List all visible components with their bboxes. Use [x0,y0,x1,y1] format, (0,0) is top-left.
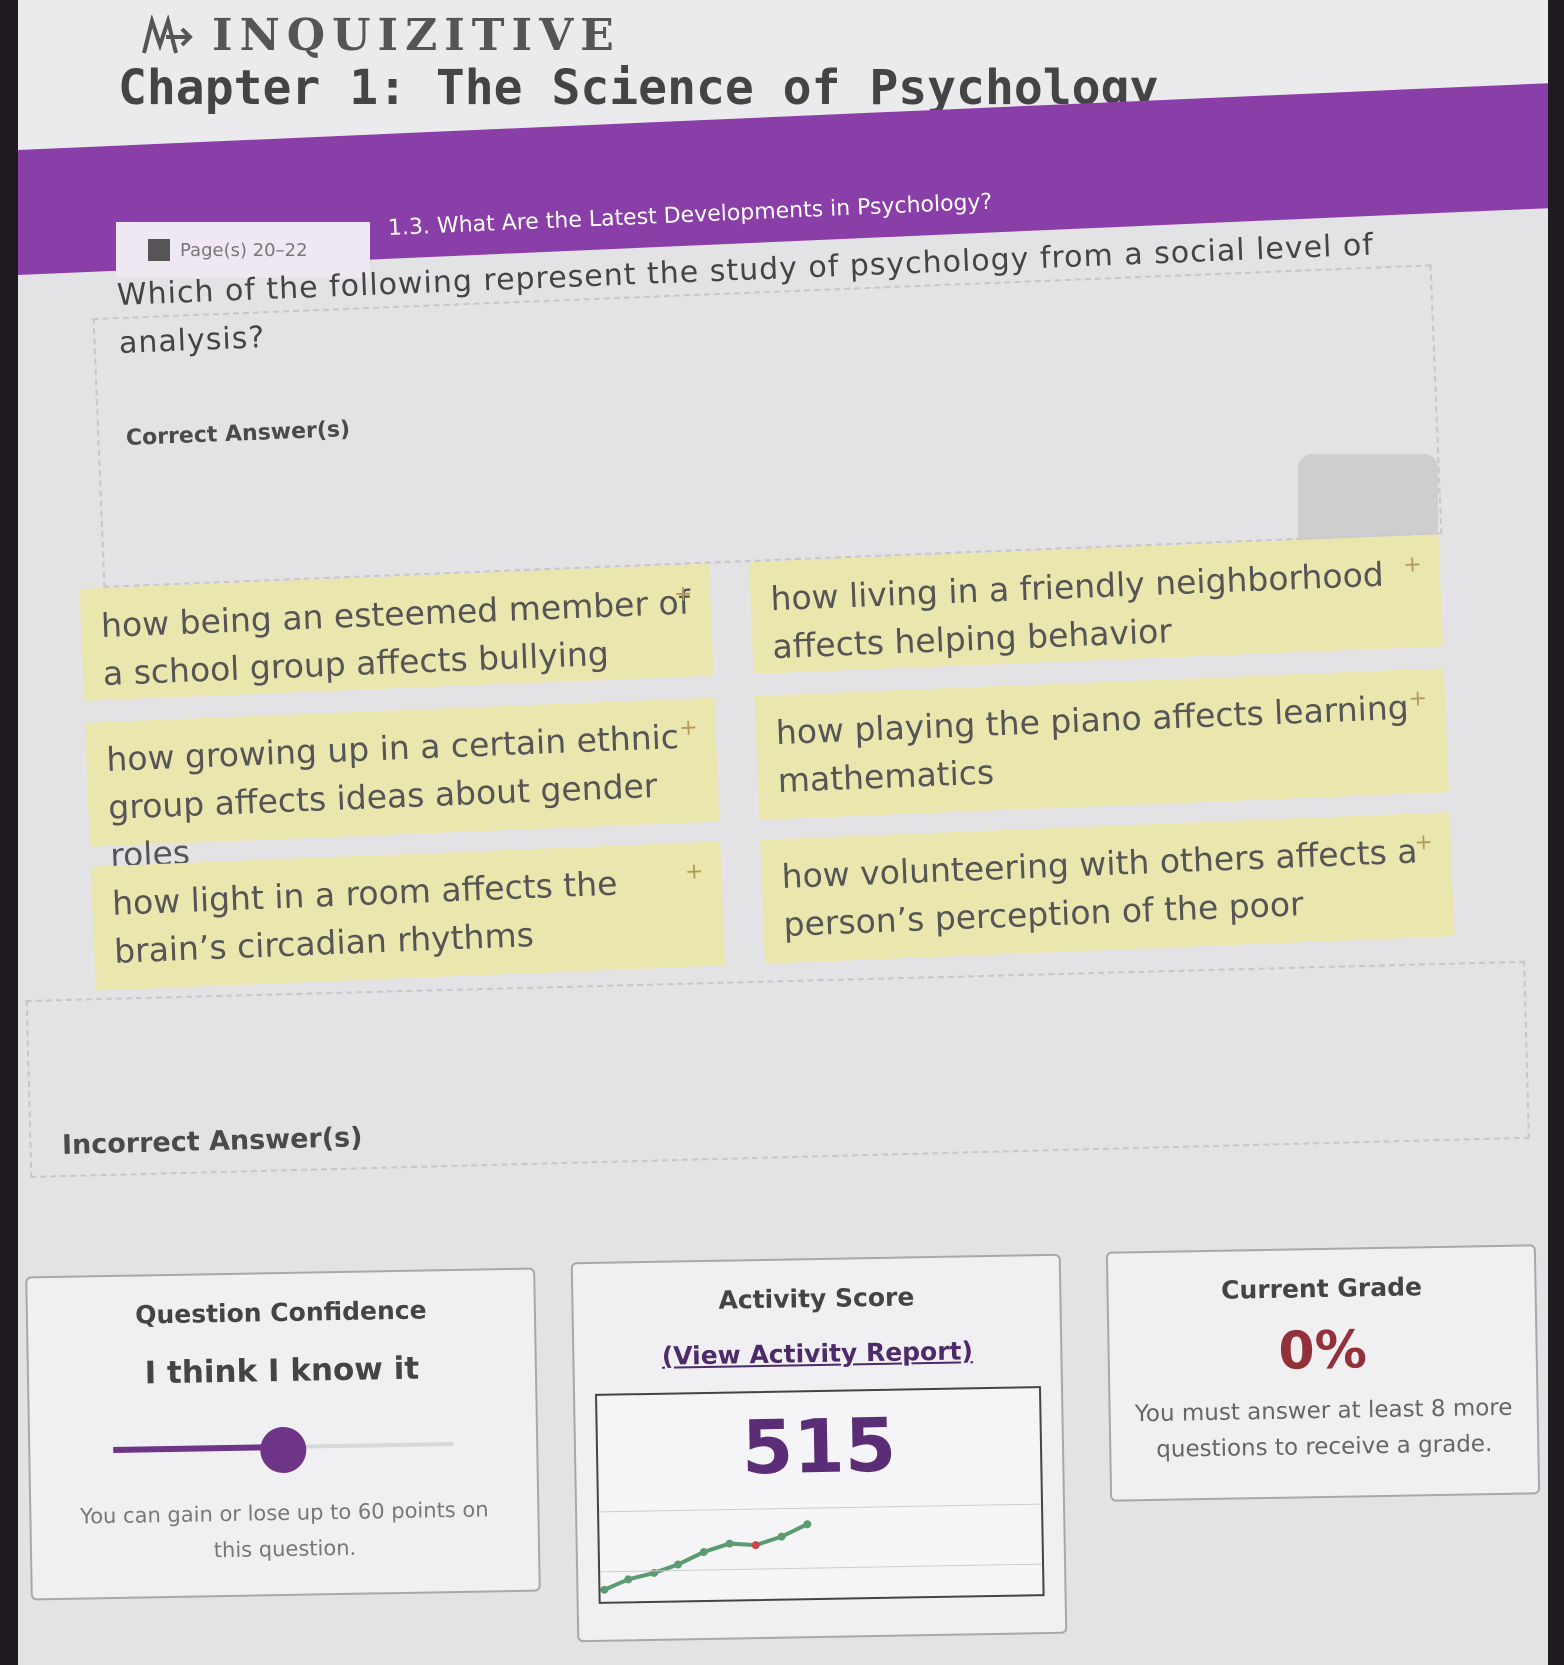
question-confidence-card: Question Confidence I think I know it Yo… [25,1267,541,1601]
confidence-slider[interactable] [113,1424,454,1474]
answer-tile[interactable]: how playing the piano affects learning m… [754,668,1449,820]
drag-plus-icon: + [1408,685,1428,712]
answer-tile[interactable]: how light in a room affects the brain’s … [90,841,726,991]
view-activity-report-link[interactable]: (View Activity Report) [574,1335,1060,1372]
brand-name: INQUIZITIVE [212,10,621,61]
answer-tile[interactable]: how being an esteemed member of a school… [79,563,714,701]
activity-title: Activity Score [718,1282,915,1315]
grade-value: 0% [1277,1320,1368,1382]
grade-note: You must answer at least 8 more question… [1134,1394,1513,1463]
answer-text: how playing the piano affects learning m… [775,687,1410,801]
drag-plus-icon: + [673,581,693,608]
page-reference-label: Page(s) 20–22 [180,239,308,261]
grade-title: Current Grade [1220,1272,1423,1305]
slider-thumb[interactable] [259,1426,307,1474]
book-icon [148,239,170,261]
activity-score-card: Activity Score (View Activity Report) 51… [570,1253,1068,1643]
drag-plus-icon: + [678,715,699,742]
answer-text: how light in a room affects the brain’s … [111,863,619,971]
current-grade-card: Current Grade 0% You must answer at leas… [1105,1244,1541,1502]
answer-tiles: how being an esteemed member of a school… [50,532,1526,1010]
score-trend-sparkline [599,1503,1043,1594]
answer-text: how volunteering with others affects a p… [780,831,1419,944]
confidence-title: Question Confidence [134,1295,427,1330]
brand-logo: INQUIZITIVE [138,10,621,61]
confidence-level: I think I know it [144,1350,420,1392]
drag-plus-icon: + [1413,829,1434,856]
answer-text: how being an esteemed member of a school… [100,582,691,694]
inquizitive-logo-icon [142,14,193,53]
confidence-note: You can gain or lose up to 60 points on … [79,1497,489,1563]
answer-text: how living in a friendly neighborhood af… [769,554,1385,667]
app-screen: INQUIZITIVE Chapter 1: The Science of Ps… [18,0,1548,1665]
answer-tile[interactable]: how volunteering with others affects a p… [760,812,1455,964]
slider-fill [113,1443,284,1453]
score-box: 515 [595,1386,1045,1604]
answer-tile[interactable]: how growing up in a certain ethnic group… [84,697,720,875]
drag-plus-icon: + [1402,552,1423,578]
drag-plus-icon: + [684,859,704,885]
